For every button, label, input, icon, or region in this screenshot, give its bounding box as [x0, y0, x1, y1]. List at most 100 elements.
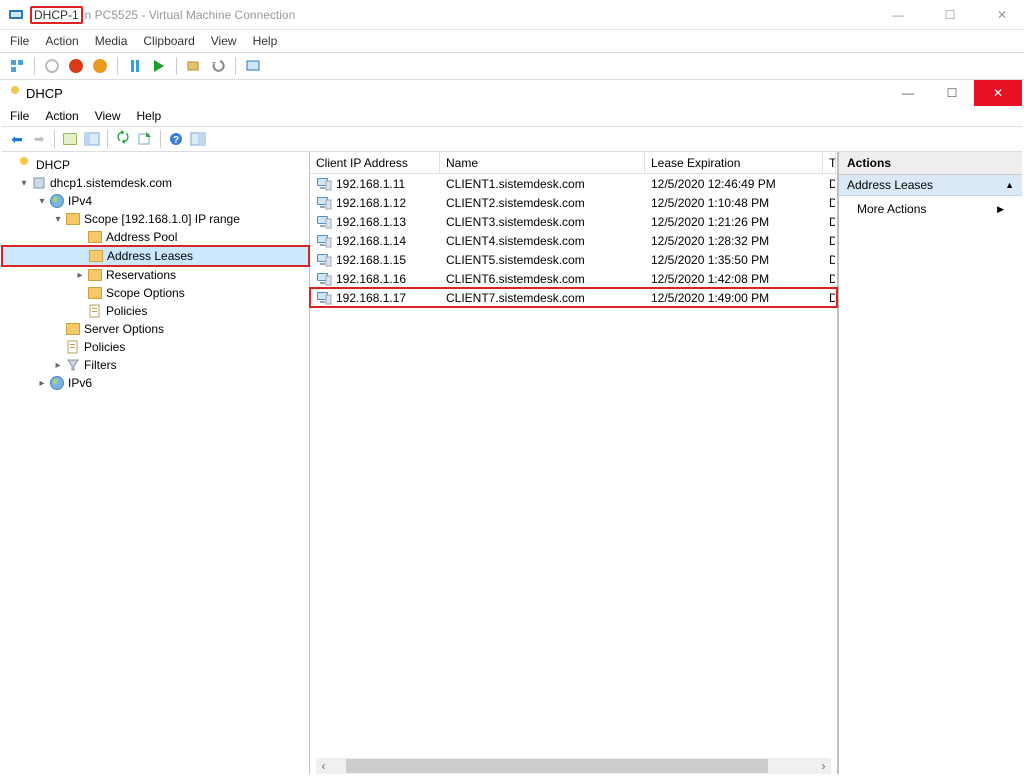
tree-filters[interactable]: ▸Filters: [2, 356, 309, 374]
vm-menu-media[interactable]: Media: [95, 34, 128, 48]
vm-menubar: File Action Media Clipboard View Help: [0, 30, 1024, 52]
tree-scope[interactable]: ▾Scope [192.168.1.0] IP range: [2, 210, 309, 228]
refresh-icon[interactable]: 🗘: [114, 130, 132, 148]
vm-menu-clipboard[interactable]: Clipboard: [143, 34, 194, 48]
pause-icon[interactable]: [126, 57, 144, 75]
tree-policies[interactable]: Policies: [2, 338, 309, 356]
show-hide-tree-icon[interactable]: [83, 130, 101, 148]
lease-name: CLIENT6.sistemdesk.com: [446, 272, 585, 286]
actions-subheader-label: Address Leases: [847, 178, 933, 192]
start-gray-icon[interactable]: [43, 57, 61, 75]
actions-more[interactable]: More Actions ▶: [839, 196, 1022, 222]
lease-ip: 192.168.1.17: [336, 291, 406, 305]
lease-end-trunc: D: [829, 196, 835, 210]
enhanced-session-icon[interactable]: [244, 57, 262, 75]
dhcp-minimize-button[interactable]: —: [886, 80, 930, 106]
lease-expiration: 12/5/2020 1:49:00 PM: [651, 291, 769, 305]
vm-maximize-button[interactable]: ☐: [936, 8, 964, 22]
computer-icon: [316, 215, 332, 229]
column-header-name[interactable]: Name: [440, 152, 645, 173]
vm-titlebar: DHCP-1 n PC5525 - Virtual Machine Connec…: [0, 0, 1024, 30]
dhcp-menu-help[interactable]: Help: [137, 109, 162, 123]
vm-menu-view[interactable]: View: [211, 34, 237, 48]
svg-text:?: ?: [173, 135, 179, 146]
vm-close-button[interactable]: ✕: [988, 8, 1016, 22]
tree-server-options[interactable]: Server Options: [2, 320, 309, 338]
computer-icon: [316, 291, 332, 305]
list-panel: Client IP Address Name Lease Expiration …: [310, 152, 838, 774]
lease-row[interactable]: 192.168.1.12CLIENT2.sistemdesk.com12/5/2…: [310, 193, 837, 212]
vm-menu-action[interactable]: Action: [45, 34, 78, 48]
actions-panel: Actions Address Leases ▲ More Actions ▶: [838, 152, 1022, 774]
dhcp-menu-action[interactable]: Action: [45, 109, 78, 123]
tree-root-dhcp[interactable]: DHCP: [2, 156, 309, 174]
tree-scope-label: Scope [192.168.1.0] IP range: [84, 212, 240, 226]
ctrl-alt-del-icon[interactable]: [8, 57, 26, 75]
lease-row[interactable]: 192.168.1.16CLIENT6.sistemdesk.com12/5/2…: [310, 269, 837, 288]
play-icon[interactable]: [150, 57, 168, 75]
collapse-icon: ▲: [1005, 180, 1014, 190]
up-icon[interactable]: [61, 130, 79, 148]
list-header: Client IP Address Name Lease Expiration …: [310, 152, 837, 174]
lease-expiration: 12/5/2020 1:10:48 PM: [651, 196, 769, 210]
dhcp-title: DHCP: [26, 86, 63, 101]
checkpoint-icon[interactable]: [185, 57, 203, 75]
tree-server[interactable]: ▾dhcp1.sistemdesk.com: [2, 174, 309, 192]
lease-row[interactable]: 192.168.1.17 CLIENT7.sistemdesk.com 12/5/2…: [310, 288, 837, 307]
tree-ipv4[interactable]: ▾IPv4: [2, 192, 309, 210]
lease-end-trunc: D: [829, 177, 835, 191]
computer-icon: [316, 253, 332, 267]
actions-subheader[interactable]: Address Leases ▲: [839, 175, 1022, 196]
scroll-right-icon[interactable]: ›: [816, 759, 831, 773]
lease-name: CLIENT7.sistemdesk.com: [446, 291, 585, 305]
properties-icon[interactable]: [189, 130, 207, 148]
turnoff-icon[interactable]: [67, 57, 85, 75]
tree-address-pool[interactable]: Address Pool: [2, 228, 309, 246]
lease-row[interactable]: 192.168.1.14CLIENT4.sistemdesk.com12/5/2…: [310, 231, 837, 250]
shutdown-icon[interactable]: [91, 57, 109, 75]
column-header-trunc[interactable]: T: [823, 152, 836, 173]
computer-icon: [316, 196, 332, 210]
help-icon[interactable]: ?: [167, 130, 185, 148]
vm-minimize-button[interactable]: —: [884, 8, 912, 22]
dhcp-close-button[interactable]: ✕: [974, 80, 1022, 106]
lease-ip: 192.168.1.12: [336, 196, 406, 210]
lease-end-trunc: D: [829, 215, 835, 229]
vm-menu-file[interactable]: File: [10, 34, 29, 48]
actions-more-label: More Actions: [857, 202, 926, 216]
lease-name: CLIENT3.sistemdesk.com: [446, 215, 585, 229]
vm-menu-help[interactable]: Help: [253, 34, 278, 48]
lease-ip: 192.168.1.14: [336, 234, 406, 248]
column-header-lease[interactable]: Lease Expiration: [645, 152, 823, 173]
revert-icon[interactable]: [209, 57, 227, 75]
dhcp-maximize-button[interactable]: ☐: [930, 80, 974, 106]
dhcp-menu-file[interactable]: File: [10, 109, 29, 123]
export-list-icon[interactable]: [136, 130, 154, 148]
tree-reservations-label: Reservations: [106, 268, 176, 282]
computer-icon: [316, 177, 332, 191]
tree-scope-options[interactable]: Scope Options: [2, 284, 309, 302]
dhcp-menu-view[interactable]: View: [95, 109, 121, 123]
back-icon[interactable]: ⬅: [8, 130, 26, 148]
scroll-left-icon[interactable]: ‹: [316, 759, 331, 773]
lease-expiration: 12/5/2020 1:42:08 PM: [651, 272, 769, 286]
horizontal-scrollbar[interactable]: ‹ ›: [316, 758, 831, 774]
lease-end-trunc: D: [829, 291, 835, 305]
lease-row[interactable]: 192.168.1.15CLIENT5.sistemdesk.com12/5/2…: [310, 250, 837, 269]
lease-row[interactable]: 192.168.1.11CLIENT1.sistemdesk.com12/5/2…: [310, 174, 837, 193]
column-header-ip[interactable]: Client IP Address: [310, 152, 440, 173]
tree-scope-policies[interactable]: Policies: [2, 302, 309, 320]
scroll-thumb[interactable]: [346, 759, 768, 773]
dhcp-app-icon: [8, 86, 22, 100]
tree-address-leases[interactable]: Address Leases: [2, 246, 309, 266]
forward-icon[interactable]: ➡: [30, 130, 48, 148]
lease-end-trunc: D: [829, 272, 835, 286]
lease-row[interactable]: 192.168.1.13CLIENT3.sistemdesk.com12/5/2…: [310, 212, 837, 231]
tree-ipv6-label: IPv6: [68, 376, 92, 390]
vm-title-highlight: DHCP-1: [30, 6, 83, 24]
chevron-right-icon: ▶: [997, 204, 1004, 215]
lease-ip: 192.168.1.11: [336, 177, 405, 191]
tree-reservations[interactable]: ▸Reservations: [2, 266, 309, 284]
tree-ipv6[interactable]: ▸IPv6: [2, 374, 309, 392]
tree-scope-policies-label: Policies: [106, 304, 147, 318]
